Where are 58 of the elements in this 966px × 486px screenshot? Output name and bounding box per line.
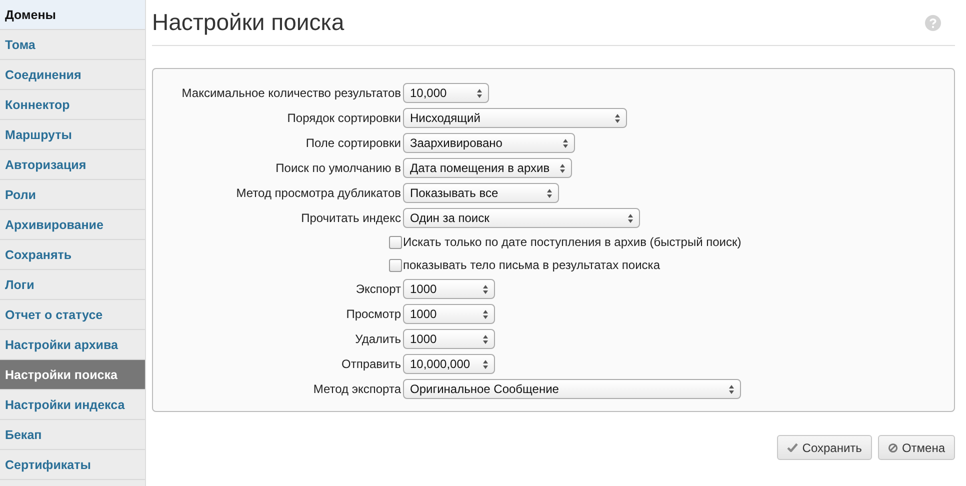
cancel-button[interactable]: Отмена bbox=[878, 435, 955, 460]
checkbox-label: показывать тело письма в результатах поиска bbox=[403, 258, 660, 272]
prohibited-icon bbox=[888, 442, 898, 452]
updown-arrows-icon bbox=[483, 334, 488, 344]
updown-arrows-icon bbox=[628, 214, 633, 222]
updown-arrows-icon bbox=[483, 284, 488, 294]
field-label: Метод просмотра дубликатов bbox=[235, 186, 402, 200]
sidebar-item[interactable]: Тома bbox=[0, 30, 145, 60]
sidebar-item[interactable]: Роли bbox=[0, 180, 145, 210]
help-icon[interactable] bbox=[925, 14, 941, 30]
field-label: Удалить bbox=[354, 332, 402, 346]
sidebar-item[interactable]: Авторизация bbox=[0, 150, 145, 180]
field-label: Максимальное количество результатов bbox=[180, 86, 402, 100]
sidebar-item[interactable]: Настройки поиска bbox=[0, 360, 145, 390]
sidebar-item[interactable]: Настройки индекса bbox=[0, 390, 145, 420]
updown-arrows-icon bbox=[483, 310, 488, 318]
field-label: Метод экспорта bbox=[312, 382, 402, 396]
sidebar-item[interactable]: Сохранять bbox=[0, 240, 145, 270]
dropdown[interactable]: 1000 bbox=[403, 329, 495, 349]
dropdown[interactable]: Нисходящий bbox=[403, 108, 627, 128]
sidebar-item[interactable]: Логи bbox=[0, 270, 145, 300]
sidebar-item[interactable]: Сертификаты bbox=[0, 450, 145, 480]
sidebar-item[interactable]: Маршруты bbox=[0, 120, 145, 150]
field-label: Отправить bbox=[340, 357, 402, 371]
updown-arrows-icon bbox=[729, 384, 734, 394]
checkbox[interactable] bbox=[389, 258, 402, 272]
save-button[interactable]: Сохранить bbox=[777, 435, 872, 460]
field-label: Поле сортировки bbox=[304, 136, 402, 150]
sidebar-item[interactable]: Отчет о статусе bbox=[0, 300, 145, 330]
check-icon bbox=[787, 443, 798, 452]
dropdown[interactable]: Оригинальное Сообщение bbox=[403, 379, 741, 399]
updown-arrows-icon bbox=[563, 138, 568, 148]
sidebar-item[interactable]: Бекап bbox=[0, 420, 145, 450]
dropdown[interactable]: Заархивировано bbox=[403, 133, 575, 153]
checkbox-label: Искать только по дате поступления в архив (быстрый поиск) bbox=[403, 235, 742, 249]
updown-arrows-icon bbox=[477, 88, 482, 98]
field-label: Поиск по умолчанию в bbox=[274, 161, 402, 175]
updown-arrows-icon bbox=[483, 360, 488, 368]
checkbox[interactable] bbox=[389, 236, 402, 248]
field-label: Экспорт bbox=[354, 282, 402, 296]
dropdown[interactable]: 10,000,000 bbox=[403, 354, 495, 374]
sidebar-item[interactable]: Архивирование bbox=[0, 210, 145, 240]
dropdown[interactable]: 1000 bbox=[403, 279, 495, 299]
dropdown[interactable]: 10,000 bbox=[403, 83, 489, 103]
field-label: Прочитать индекс bbox=[300, 211, 402, 225]
dropdown[interactable]: Один за поиск bbox=[403, 208, 640, 228]
sidebar-item[interactable]: Коннектор bbox=[0, 90, 145, 120]
updown-arrows-icon bbox=[560, 164, 565, 172]
dropdown[interactable]: Показывать все bbox=[403, 183, 559, 203]
dropdown[interactable]: 1000 bbox=[403, 304, 495, 324]
sidebar-item[interactable]: Домены bbox=[0, 0, 145, 30]
page-title: Настройки поиска bbox=[152, 9, 344, 36]
field-label: Просмотр bbox=[345, 307, 402, 321]
updown-arrows-icon bbox=[547, 188, 552, 198]
field-label: Порядок сортировки bbox=[286, 111, 402, 125]
dropdown[interactable]: Дата помещения в архив bbox=[403, 158, 572, 178]
sidebar-item[interactable]: Соединения bbox=[0, 60, 145, 90]
updown-arrows-icon bbox=[615, 114, 620, 122]
